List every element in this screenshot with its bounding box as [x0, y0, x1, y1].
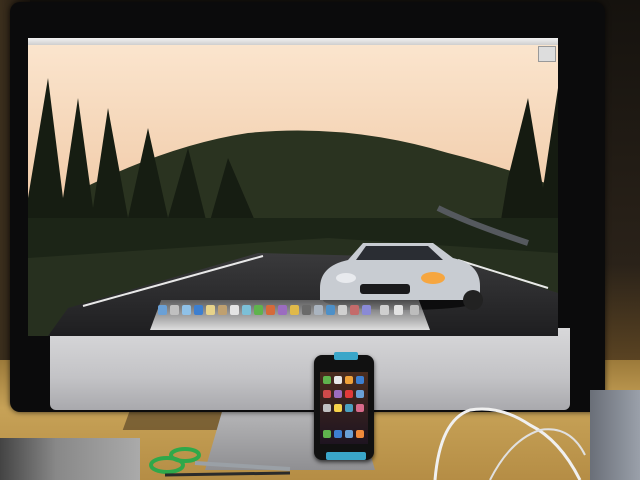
app-icon[interactable] [338, 305, 347, 315]
address-book-icon[interactable] [218, 305, 227, 315]
phone-app-icon [323, 404, 331, 412]
safari-icon[interactable] [194, 305, 203, 315]
cd-cases [0, 438, 140, 480]
hard-drive-icon[interactable] [538, 46, 556, 62]
garageband-icon[interactable] [290, 305, 299, 315]
preview-icon[interactable] [242, 305, 251, 315]
app-icon[interactable] [362, 305, 371, 315]
trash-icon[interactable] [410, 305, 419, 315]
system-preferences-icon[interactable] [314, 305, 323, 315]
phone-app-icon [345, 390, 353, 398]
phone-app-icon [323, 376, 331, 384]
phone-dock-icon [356, 430, 364, 438]
imovie-icon[interactable] [278, 305, 287, 315]
ichat-icon[interactable] [206, 305, 215, 315]
phone-app-icon [345, 404, 353, 412]
mail-icon[interactable] [182, 305, 191, 315]
phone-app-icon [356, 376, 364, 384]
phone-dock-icon [323, 430, 331, 438]
phone-app-icon [334, 404, 342, 412]
phone-clip-top [334, 352, 358, 360]
phone-clip-bottom [326, 452, 366, 460]
phone-app-icon [334, 390, 342, 398]
photo-scene [0, 0, 640, 480]
phone-app-icon [323, 390, 331, 398]
time-machine-icon[interactable] [302, 305, 311, 315]
usb-cable [433, 407, 586, 480]
app-icon[interactable] [326, 305, 335, 315]
documents-stack-icon[interactable] [394, 305, 403, 315]
desktop-wallpaper [28, 38, 558, 336]
phone-dock-icon [334, 430, 342, 438]
phone-dock-icon [345, 430, 353, 438]
iphoto-icon[interactable] [266, 305, 275, 315]
apple-logo-icon [277, 356, 297, 380]
menu-bar[interactable] [28, 38, 558, 45]
storage-box [590, 390, 640, 480]
phone-app-icon [356, 404, 364, 412]
ical-icon[interactable] [230, 305, 239, 315]
dashboard-icon[interactable] [170, 305, 179, 315]
app-icon[interactable] [350, 305, 359, 315]
downloads-stack-icon[interactable] [380, 305, 389, 315]
wallpaper-illustration [28, 38, 558, 336]
itunes-icon[interactable] [254, 305, 263, 315]
monitor-chin [50, 328, 570, 410]
green-scissors [149, 447, 291, 477]
phone-app-icon [334, 376, 342, 384]
phone-app-icon [345, 376, 353, 384]
phone-app-icon [356, 390, 364, 398]
finder-icon[interactable] [158, 305, 167, 315]
